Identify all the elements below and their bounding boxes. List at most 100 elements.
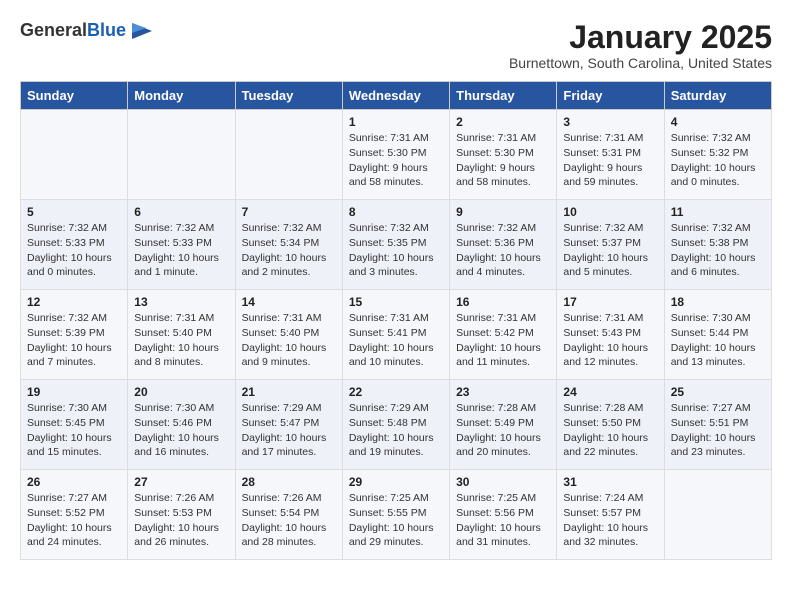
day-info: Sunrise: 7:31 AM Sunset: 5:31 PM Dayligh… [563, 131, 657, 190]
calendar-cell: 4 Sunrise: 7:32 AM Sunset: 5:32 PM Daylig… [664, 110, 771, 200]
calendar-cell: 25 Sunrise: 7:27 AM Sunset: 5:51 PM Dayli… [664, 380, 771, 470]
calendar-cell: 30 Sunrise: 7:25 AM Sunset: 5:56 PM Dayli… [450, 470, 557, 560]
day-info: Sunrise: 7:28 AM Sunset: 5:49 PM Dayligh… [456, 401, 550, 460]
day-info: Sunrise: 7:31 AM Sunset: 5:42 PM Dayligh… [456, 311, 550, 370]
day-number: 3 [563, 115, 657, 129]
day-number: 28 [242, 475, 336, 489]
day-number: 1 [349, 115, 443, 129]
day-number: 10 [563, 205, 657, 219]
calendar-cell: 8Sunrise: 7:32 AM Sunset: 5:35 PM Daylig… [342, 200, 449, 290]
calendar-cell: 6Sunrise: 7:32 AM Sunset: 5:33 PM Daylig… [128, 200, 235, 290]
day-number: 12 [27, 295, 121, 309]
calendar-body: 1 Sunrise: 7:31 AM Sunset: 5:30 PM Daylig… [21, 110, 772, 560]
day-number: 7 [242, 205, 336, 219]
day-number: 27 [134, 475, 228, 489]
header-saturday: Saturday [664, 82, 771, 110]
calendar-cell: 2 Sunrise: 7:31 AM Sunset: 5:30 PM Daylig… [450, 110, 557, 200]
month-title: January 2025 [509, 20, 772, 55]
calendar-cell: 22 Sunrise: 7:29 AM Sunset: 5:48 PM Dayli… [342, 380, 449, 470]
day-number: 24 [563, 385, 657, 399]
day-info: Sunrise: 7:26 AM Sunset: 5:53 PM Dayligh… [134, 491, 228, 550]
day-number: 18 [671, 295, 765, 309]
day-info: Sunrise: 7:32 AM Sunset: 5:32 PM Dayligh… [671, 131, 765, 190]
day-info: Sunrise: 7:31 AM Sunset: 5:41 PM Dayligh… [349, 311, 443, 370]
day-info: Sunrise: 7:26 AM Sunset: 5:54 PM Dayligh… [242, 491, 336, 550]
day-info: Sunrise: 7:24 AM Sunset: 5:57 PM Dayligh… [563, 491, 657, 550]
calendar-header: SundayMondayTuesdayWednesdayThursdayFrid… [21, 82, 772, 110]
week-row-1: 5 Sunrise: 7:32 AM Sunset: 5:33 PM Daylig… [21, 200, 772, 290]
header-monday: Monday [128, 82, 235, 110]
location-text: Burnettown, South Carolina, United State… [509, 55, 772, 71]
title-block: January 2025 Burnettown, South Carolina,… [509, 20, 772, 71]
calendar-cell: 28 Sunrise: 7:26 AM Sunset: 5:54 PM Dayli… [235, 470, 342, 560]
calendar-cell: 26 Sunrise: 7:27 AM Sunset: 5:52 PM Dayli… [21, 470, 128, 560]
day-number: 8 [349, 205, 443, 219]
day-number: 16 [456, 295, 550, 309]
calendar-cell: 9 Sunrise: 7:32 AM Sunset: 5:36 PM Daylig… [450, 200, 557, 290]
day-info: Sunrise: 7:32 AM Sunset: 5:36 PM Dayligh… [456, 221, 550, 280]
day-info: Sunrise: 7:29 AM Sunset: 5:47 PM Dayligh… [242, 401, 336, 460]
header-thursday: Thursday [450, 82, 557, 110]
calendar-cell: 18 Sunrise: 7:30 AM Sunset: 5:44 PM Dayli… [664, 290, 771, 380]
header-wednesday: Wednesday [342, 82, 449, 110]
day-number: 5 [27, 205, 121, 219]
header-sunday: Sunday [21, 82, 128, 110]
day-info: Sunrise: 7:32 AM Sunset: 5:38 PM Dayligh… [671, 221, 765, 280]
calendar-cell: 12 Sunrise: 7:32 AM Sunset: 5:39 PM Dayli… [21, 290, 128, 380]
day-info: Sunrise: 7:31 AM Sunset: 5:40 PM Dayligh… [242, 311, 336, 370]
day-number: 21 [242, 385, 336, 399]
calendar-table: SundayMondayTuesdayWednesdayThursdayFrid… [20, 81, 772, 560]
logo-blue: Blue [87, 20, 126, 40]
calendar-cell: 29 Sunrise: 7:25 AM Sunset: 5:55 PM Dayli… [342, 470, 449, 560]
day-info: Sunrise: 7:32 AM Sunset: 5:33 PM Dayligh… [134, 221, 228, 280]
day-info: Sunrise: 7:27 AM Sunset: 5:52 PM Dayligh… [27, 491, 121, 550]
day-number: 11 [671, 205, 765, 219]
day-number: 2 [456, 115, 550, 129]
header-row: SundayMondayTuesdayWednesdayThursdayFrid… [21, 82, 772, 110]
calendar-cell: 27 Sunrise: 7:26 AM Sunset: 5:53 PM Dayli… [128, 470, 235, 560]
day-info: Sunrise: 7:31 AM Sunset: 5:43 PM Dayligh… [563, 311, 657, 370]
calendar-cell: 15Sunrise: 7:31 AM Sunset: 5:41 PM Dayli… [342, 290, 449, 380]
logo-general: General [20, 20, 87, 40]
day-number: 9 [456, 205, 550, 219]
day-info: Sunrise: 7:31 AM Sunset: 5:40 PM Dayligh… [134, 311, 228, 370]
day-number: 22 [349, 385, 443, 399]
calendar-cell: 11 Sunrise: 7:32 AM Sunset: 5:38 PM Dayli… [664, 200, 771, 290]
day-info: Sunrise: 7:30 AM Sunset: 5:44 PM Dayligh… [671, 311, 765, 370]
calendar-cell: 16 Sunrise: 7:31 AM Sunset: 5:42 PM Dayli… [450, 290, 557, 380]
day-number: 13 [134, 295, 228, 309]
day-number: 23 [456, 385, 550, 399]
day-number: 4 [671, 115, 765, 129]
calendar-cell: 24 Sunrise: 7:28 AM Sunset: 5:50 PM Dayli… [557, 380, 664, 470]
day-info: Sunrise: 7:31 AM Sunset: 5:30 PM Dayligh… [456, 131, 550, 190]
day-info: Sunrise: 7:27 AM Sunset: 5:51 PM Dayligh… [671, 401, 765, 460]
calendar-cell [664, 470, 771, 560]
calendar-cell: 13 Sunrise: 7:31 AM Sunset: 5:40 PM Dayli… [128, 290, 235, 380]
day-info: Sunrise: 7:32 AM Sunset: 5:34 PM Dayligh… [242, 221, 336, 280]
day-number: 29 [349, 475, 443, 489]
calendar-cell: 20 Sunrise: 7:30 AM Sunset: 5:46 PM Dayli… [128, 380, 235, 470]
day-number: 25 [671, 385, 765, 399]
calendar-cell: 10Sunrise: 7:32 AM Sunset: 5:37 PM Dayli… [557, 200, 664, 290]
calendar-cell: 31 Sunrise: 7:24 AM Sunset: 5:57 PM Dayli… [557, 470, 664, 560]
day-info: Sunrise: 7:30 AM Sunset: 5:45 PM Dayligh… [27, 401, 121, 460]
day-number: 26 [27, 475, 121, 489]
page-header: GeneralBlue January 2025 Burnettown, Sou… [20, 20, 772, 71]
calendar-cell: 1 Sunrise: 7:31 AM Sunset: 5:30 PM Daylig… [342, 110, 449, 200]
day-number: 30 [456, 475, 550, 489]
day-number: 20 [134, 385, 228, 399]
day-info: Sunrise: 7:29 AM Sunset: 5:48 PM Dayligh… [349, 401, 443, 460]
calendar-cell: 23 Sunrise: 7:28 AM Sunset: 5:49 PM Dayli… [450, 380, 557, 470]
day-info: Sunrise: 7:30 AM Sunset: 5:46 PM Dayligh… [134, 401, 228, 460]
logo: GeneralBlue [20, 20, 154, 41]
day-number: 17 [563, 295, 657, 309]
day-number: 31 [563, 475, 657, 489]
day-info: Sunrise: 7:28 AM Sunset: 5:50 PM Dayligh… [563, 401, 657, 460]
day-info: Sunrise: 7:32 AM Sunset: 5:39 PM Dayligh… [27, 311, 121, 370]
day-info: Sunrise: 7:25 AM Sunset: 5:55 PM Dayligh… [349, 491, 443, 550]
header-tuesday: Tuesday [235, 82, 342, 110]
calendar-cell [235, 110, 342, 200]
day-info: Sunrise: 7:31 AM Sunset: 5:30 PM Dayligh… [349, 131, 443, 190]
day-info: Sunrise: 7:25 AM Sunset: 5:56 PM Dayligh… [456, 491, 550, 550]
calendar-cell: 19Sunrise: 7:30 AM Sunset: 5:45 PM Dayli… [21, 380, 128, 470]
